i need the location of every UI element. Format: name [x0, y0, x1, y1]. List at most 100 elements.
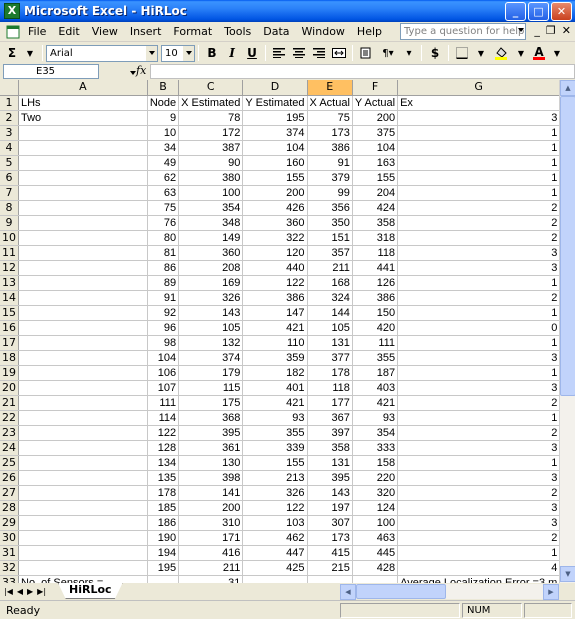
scroll-left-button[interactable]: ◀ [340, 584, 356, 600]
cell-g4[interactable]: 1 [397, 140, 559, 156]
cell-f20[interactable]: 403 [352, 380, 399, 396]
cell-a13[interactable] [18, 275, 148, 291]
cell-e20[interactable]: 118 [307, 380, 353, 396]
cell-b20[interactable]: 107 [147, 380, 180, 396]
cell-table[interactable]: ABCDEFGHI1LHsNodeX EstimatedY EstimatedX… [0, 80, 559, 583]
sheet-tab-hirloc[interactable]: HiRLoc [58, 583, 123, 599]
minimize-button[interactable]: _ [505, 2, 526, 21]
cell-c22[interactable]: 368 [178, 410, 244, 426]
cell-d16[interactable]: 421 [242, 320, 308, 336]
row-header[interactable]: 6 [0, 170, 19, 186]
cell-b26[interactable]: 135 [147, 470, 180, 486]
cell-a16[interactable] [18, 320, 148, 336]
cell-f30[interactable]: 463 [352, 530, 399, 546]
cell-a3[interactable] [18, 125, 148, 141]
maximize-button[interactable]: □ [528, 2, 549, 21]
cell-b11[interactable]: 81 [147, 245, 180, 261]
cell-a15[interactable] [18, 305, 148, 321]
scrollbar-thumb[interactable] [356, 584, 446, 599]
help-question-input[interactable]: Type a question for help [400, 23, 526, 40]
cell-c21[interactable]: 175 [178, 395, 244, 411]
cell-g29[interactable]: 3 [397, 515, 559, 531]
cell-c19[interactable]: 179 [178, 365, 244, 381]
cell-f32[interactable]: 428 [352, 560, 399, 576]
cell-d27[interactable]: 326 [242, 485, 308, 501]
cell-f17[interactable]: 111 [352, 335, 399, 351]
chevron-down-icon[interactable]: ▼ [473, 44, 489, 62]
row-header[interactable]: 18 [0, 350, 19, 366]
name-box[interactable]: E35 [3, 64, 138, 80]
cell-e7[interactable]: 99 [307, 185, 353, 201]
cell-b29[interactable]: 186 [147, 515, 180, 531]
row-header[interactable]: 27 [0, 485, 19, 501]
row-header[interactable]: 28 [0, 500, 19, 516]
row-header[interactable]: 8 [0, 200, 19, 216]
prev-sheet-button[interactable]: ◀ [17, 587, 23, 596]
cell-d15[interactable]: 147 [242, 305, 308, 321]
cell-a2[interactable]: Two [18, 110, 148, 126]
column-header-e[interactable]: E [307, 80, 353, 96]
cell-g9[interactable]: 2 [397, 215, 559, 231]
cell-a27[interactable] [18, 485, 148, 501]
cell-f25[interactable]: 158 [352, 455, 399, 471]
cell-a17[interactable] [18, 335, 148, 351]
menu-data[interactable]: Data [257, 25, 295, 38]
row-header[interactable]: 13 [0, 275, 19, 291]
cell-a24[interactable] [18, 440, 148, 456]
cell-e10[interactable]: 151 [307, 230, 353, 246]
worksheet-grid[interactable]: ABCDEFGHI1LHsNodeX EstimatedY EstimatedX… [0, 80, 559, 583]
last-sheet-button[interactable]: ▶| [37, 587, 46, 596]
cell-a1[interactable]: LHs [18, 95, 148, 111]
cell-b23[interactable]: 122 [147, 425, 180, 441]
cell-b27[interactable]: 178 [147, 485, 180, 501]
row-header[interactable]: 24 [0, 440, 19, 456]
cell-c15[interactable]: 143 [178, 305, 244, 321]
cell-f11[interactable]: 118 [352, 245, 399, 261]
cell-a32[interactable] [18, 560, 148, 576]
cell-a30[interactable] [18, 530, 148, 546]
row-header[interactable]: 7 [0, 185, 19, 201]
cell-g6[interactable]: 1 [397, 170, 559, 186]
cell-e23[interactable]: 397 [307, 425, 353, 441]
cell-c27[interactable]: 141 [178, 485, 244, 501]
autosum-button[interactable]: Σ [4, 44, 20, 62]
cell-d26[interactable]: 213 [242, 470, 308, 486]
cell-d33[interactable] [242, 575, 308, 583]
cell-d14[interactable]: 386 [242, 290, 308, 306]
cell-a4[interactable] [18, 140, 148, 156]
cell-a9[interactable] [18, 215, 148, 231]
cell-b13[interactable]: 89 [147, 275, 180, 291]
scroll-up-button[interactable]: ▲ [560, 80, 575, 96]
cell-f5[interactable]: 163 [352, 155, 399, 171]
menu-format[interactable]: Format [167, 25, 218, 38]
cell-f26[interactable]: 220 [352, 470, 399, 486]
cell-a20[interactable] [18, 380, 148, 396]
cell-f16[interactable]: 420 [352, 320, 399, 336]
cell-a33[interactable]: No. of Sensors = [18, 575, 148, 583]
cell-c3[interactable]: 172 [178, 125, 244, 141]
cell-e3[interactable]: 173 [307, 125, 353, 141]
cell-f23[interactable]: 354 [352, 425, 399, 441]
cell-c17[interactable]: 132 [178, 335, 244, 351]
cell-e25[interactable]: 131 [307, 455, 353, 471]
cell-g17[interactable]: 1 [397, 335, 559, 351]
cell-e31[interactable]: 415 [307, 545, 353, 561]
cell-f13[interactable]: 126 [352, 275, 399, 291]
doc-minimize-button[interactable]: _ [534, 24, 540, 37]
cell-a22[interactable] [18, 410, 148, 426]
cell-d25[interactable]: 155 [242, 455, 308, 471]
cell-b28[interactable]: 185 [147, 500, 180, 516]
cell-g5[interactable]: 1 [397, 155, 559, 171]
cell-f8[interactable]: 424 [352, 200, 399, 216]
cell-f18[interactable]: 355 [352, 350, 399, 366]
cell-f15[interactable]: 150 [352, 305, 399, 321]
chevron-down-icon[interactable]: ▼ [22, 44, 38, 62]
cell-f27[interactable]: 320 [352, 485, 399, 501]
row-header[interactable]: 26 [0, 470, 19, 486]
cell-a11[interactable] [18, 245, 148, 261]
cell-g2[interactable]: 3 [397, 110, 559, 126]
row-header[interactable]: 19 [0, 365, 19, 381]
row-header[interactable]: 21 [0, 395, 19, 411]
cell-g21[interactable]: 2 [397, 395, 559, 411]
scroll-right-button[interactable]: ▶ [543, 584, 559, 600]
